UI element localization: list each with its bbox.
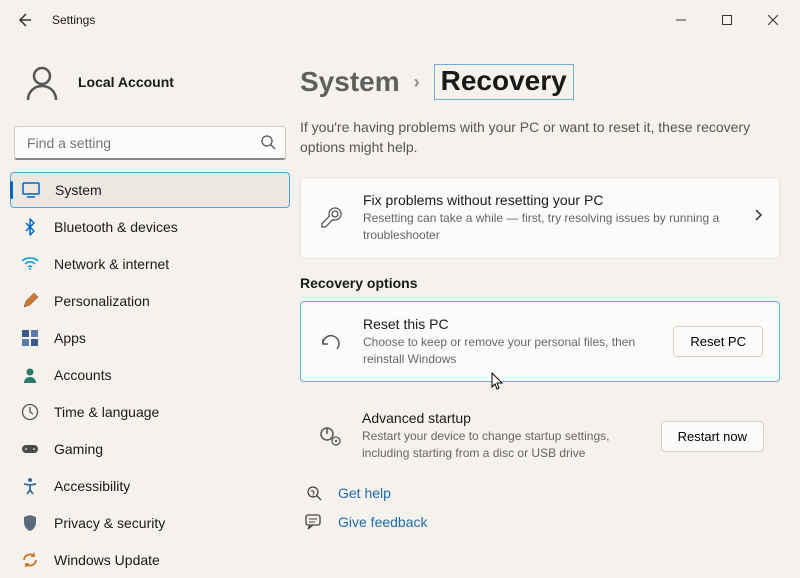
reset-title: Reset this PC [363, 316, 655, 332]
nav-label: Accessibility [54, 478, 130, 494]
gaming-icon [20, 439, 40, 459]
accounts-icon [20, 365, 40, 385]
nav-system[interactable]: System [10, 172, 290, 208]
reset-pc-card: Reset this PC Choose to keep or remove y… [300, 301, 780, 383]
fix-problems-card[interactable]: Fix problems without resetting your PC R… [300, 177, 780, 259]
nav-network[interactable]: Network & internet [10, 246, 290, 282]
help-icon [304, 484, 324, 502]
shield-icon [20, 513, 40, 533]
nav-label: Privacy & security [54, 515, 165, 531]
avatar [20, 60, 64, 104]
clock-icon [20, 402, 40, 422]
nav-label: Gaming [54, 441, 103, 457]
breadcrumb-current: Recovery [434, 64, 574, 100]
accessibility-icon [20, 476, 40, 496]
account-name: Local Account [78, 74, 174, 90]
update-icon [20, 550, 40, 570]
nav-label: Personalization [54, 293, 150, 309]
chevron-right-icon [753, 208, 763, 227]
nav-privacy[interactable]: Privacy & security [10, 505, 290, 541]
titlebar: Settings [0, 0, 800, 40]
minimize-button[interactable] [658, 0, 704, 40]
maximize-button[interactable] [704, 0, 750, 40]
nav-apps[interactable]: Apps [10, 320, 290, 356]
recovery-options-header: Recovery options [300, 275, 780, 291]
reset-subtitle: Choose to keep or remove your personal f… [363, 334, 655, 368]
get-help-row: Get help [300, 478, 780, 508]
nav-label: Bluetooth & devices [54, 219, 178, 235]
intro-text: If you're having problems with your PC o… [300, 118, 780, 157]
reset-pc-button[interactable]: Reset PC [673, 326, 763, 357]
search-icon [260, 134, 276, 155]
nav-label: Network & internet [54, 256, 169, 272]
personalization-icon [20, 291, 40, 311]
nav-label: System [55, 182, 102, 198]
titlebar-left: Settings [4, 0, 658, 40]
nav-windows-update[interactable]: Windows Update [10, 542, 290, 578]
nav-time-language[interactable]: Time & language [10, 394, 290, 430]
close-button[interactable] [750, 0, 796, 40]
window-controls [658, 0, 796, 40]
nav-gaming[interactable]: Gaming [10, 431, 290, 467]
account-row[interactable]: Local Account [10, 52, 290, 120]
reset-icon [317, 332, 345, 352]
nav: System Bluetooth & devices Network & int… [10, 172, 290, 578]
nav-accessibility[interactable]: Accessibility [10, 468, 290, 504]
help-links: Get help Give feedback [300, 478, 780, 536]
system-icon [21, 180, 41, 200]
main-content: System › Recovery If you're having probl… [300, 40, 800, 571]
nav-label: Windows Update [54, 552, 160, 568]
advanced-title: Advanced startup [362, 410, 643, 426]
fix-title: Fix problems without resetting your PC [363, 192, 735, 208]
chevron-right-icon: › [414, 72, 420, 93]
advanced-startup-row: Advanced startup Restart your device to … [300, 398, 780, 474]
nav-label: Apps [54, 330, 86, 346]
fix-subtitle: Resetting can take a while — first, try … [363, 210, 735, 244]
advanced-subtitle: Restart your device to change startup se… [362, 428, 643, 462]
give-feedback-link[interactable]: Give feedback [338, 514, 428, 530]
nav-label: Time & language [54, 404, 159, 420]
feedback-icon [304, 514, 324, 530]
back-button[interactable] [4, 0, 44, 40]
breadcrumb-parent[interactable]: System [300, 66, 400, 98]
nav-bluetooth[interactable]: Bluetooth & devices [10, 209, 290, 245]
nav-label: Accounts [54, 367, 112, 383]
search-input[interactable] [14, 126, 286, 160]
wifi-icon [20, 254, 40, 274]
wrench-icon [317, 206, 345, 230]
sidebar: Local Account System Bluetooth & devices… [0, 40, 300, 571]
restart-now-button[interactable]: Restart now [661, 421, 764, 452]
bluetooth-icon [20, 217, 40, 237]
back-arrow-icon [16, 12, 32, 28]
power-gear-icon [316, 425, 344, 447]
nav-personalization[interactable]: Personalization [10, 283, 290, 319]
apps-icon [20, 328, 40, 348]
give-feedback-row: Give feedback [300, 508, 780, 536]
get-help-link[interactable]: Get help [338, 485, 391, 501]
window-title: Settings [52, 13, 95, 27]
breadcrumb: System › Recovery [300, 64, 780, 100]
search-wrap [14, 126, 286, 160]
nav-accounts[interactable]: Accounts [10, 357, 290, 393]
